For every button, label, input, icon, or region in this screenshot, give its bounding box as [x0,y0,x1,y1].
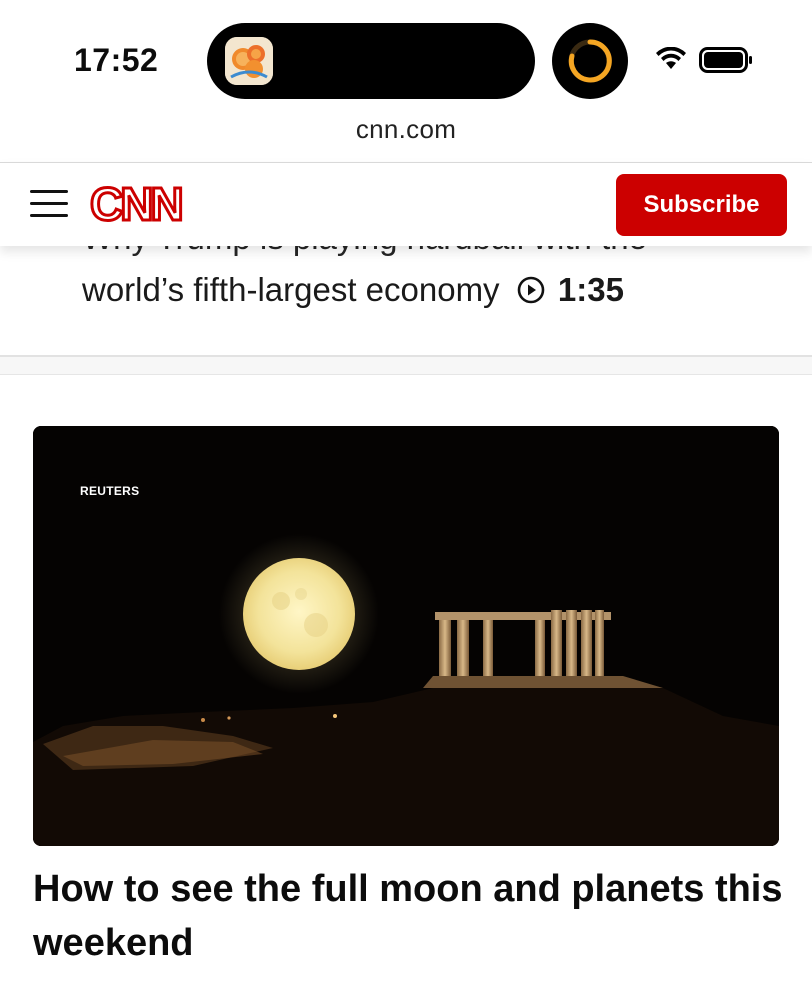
image-credit: REUTERS [80,484,140,498]
battery-icon [699,47,752,73]
status-bar: 17:52 cnn.com [0,0,812,144]
now-playing-app-icon[interactable] [225,37,273,85]
hamburger-icon[interactable] [30,187,70,221]
activity-ring-icon[interactable] [552,23,628,99]
section-gap [0,357,812,375]
wifi-icon [656,47,686,69]
status-time: 17:52 [74,42,159,78]
story-headline[interactable]: How to see the full moon and planets thi… [33,862,793,970]
cnn-logo[interactable]: CNN [89,177,188,234]
dynamic-island[interactable] [207,23,535,99]
play-circle-icon [517,276,545,304]
subscribe-button[interactable]: Subscribe [616,174,787,236]
address-bar-url[interactable]: cnn.com [0,114,812,145]
site-header: CNN Subscribe [0,162,812,246]
previous-story-title-line2: world’s fifth-largest economy 1:35 [82,264,782,316]
previous-story-title: world’s fifth-largest economy [82,271,500,308]
feature-image[interactable] [33,426,779,846]
svg-text:CNN: CNN [90,179,181,229]
video-duration: 1:35 [557,271,624,308]
